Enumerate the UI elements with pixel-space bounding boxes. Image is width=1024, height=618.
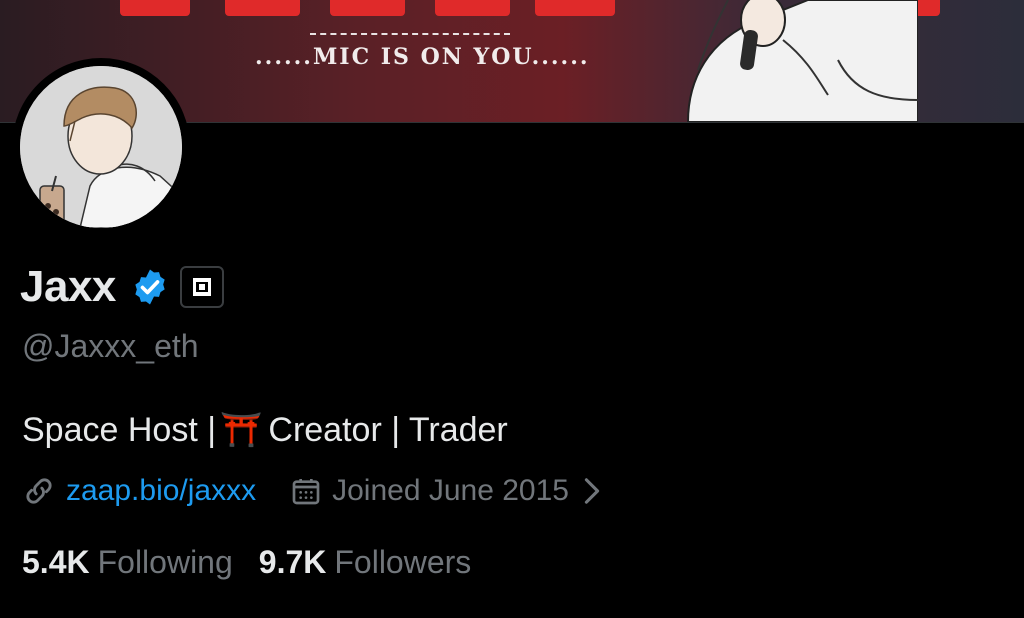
verified-badge-icon[interactable] [130,267,170,307]
profile-meta: zaap.bio/jaxxx Joined June 2015 [22,474,601,508]
profile-website-link[interactable]: zaap.bio/jaxxx [66,474,256,508]
banner-brush-stroke [435,0,510,16]
follow-stats: 5.4K Following 9.7K Followers [22,544,471,581]
followers-count: 9.7K [258,544,327,580]
banner-brush-stroke [535,0,615,16]
affiliate-logo-icon [192,278,211,296]
avatar[interactable] [20,66,182,228]
banner-brush-stroke [225,0,300,16]
calendar-icon [292,479,320,505]
link-icon [26,478,52,504]
banner-tagline: ......MIC IS ON YOU...... [255,44,590,70]
name-row: Jaxx [20,262,224,312]
followers-stat[interactable]: 9.7K Followers [259,544,472,581]
display-name: Jaxx [20,262,116,311]
banner-illustration [686,0,918,122]
affiliate-badge-icon[interactable] [179,266,224,308]
banner-dashes [310,33,510,37]
chevron-right-icon[interactable] [583,477,601,505]
following-label: Following [97,544,233,580]
following-stat[interactable]: 5.4K Following [22,544,233,581]
banner-brush-stroke [330,0,405,16]
profile-bio: Space Host | ⛩️ Creator | Trader [22,410,508,450]
banner-brush-stroke [120,0,190,16]
avatar-border [12,58,190,236]
bio-text-start: Space Host | [22,410,217,449]
followers-label: Followers [334,544,472,580]
following-count: 5.4K [22,544,90,580]
profile-handle: @Jaxxx_eth [22,328,199,364]
avatar-illustration [20,66,182,228]
joined-date[interactable]: Joined June 2015 [332,474,569,508]
torii-gate-emoji: ⛩️ [220,411,263,449]
bio-text-end: Creator | Trader [268,410,508,449]
